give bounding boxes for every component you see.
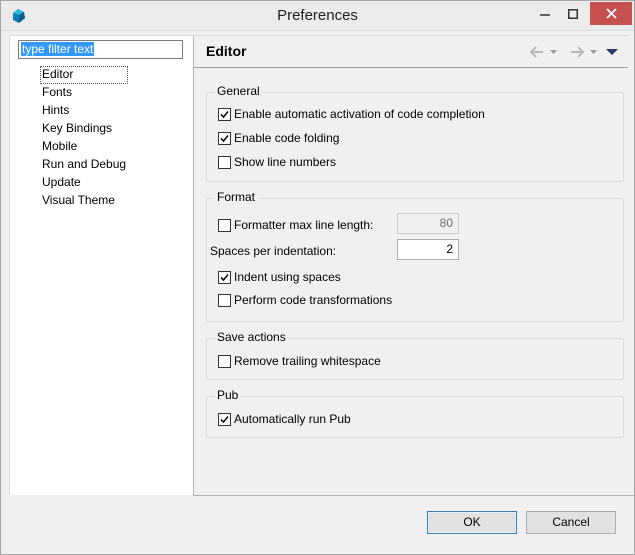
code-folding-checkbox[interactable] bbox=[218, 131, 231, 145]
line-numbers-label: Show line numbers bbox=[234, 155, 337, 169]
ok-button[interactable]: OK bbox=[427, 511, 517, 534]
pub-group-label: Pub bbox=[215, 388, 241, 402]
page-navigation bbox=[529, 45, 619, 59]
auto-run-pub-option[interactable]: Automatically run Pub bbox=[218, 411, 351, 427]
tree-item-run-and-debug[interactable]: Run and Debug bbox=[40, 156, 128, 174]
code-completion-label: Enable automatic activation of code comp… bbox=[234, 107, 485, 121]
code-transform-option[interactable]: Perform code transformations bbox=[218, 292, 392, 308]
indent-spaces-option[interactable]: Indent using spaces bbox=[218, 269, 341, 285]
header-divider bbox=[194, 67, 628, 68]
filter-input-text: type filter text bbox=[21, 42, 95, 56]
save-actions-group: Save actions Remove trailing whitespace bbox=[206, 330, 624, 380]
remove-whitespace-checkbox[interactable] bbox=[218, 354, 231, 368]
auto-run-pub-checkbox[interactable] bbox=[218, 412, 231, 426]
tree-item-editor[interactable]: Editor bbox=[40, 66, 129, 84]
checkmark-icon bbox=[220, 273, 229, 281]
indent-spaces-label: Indent using spaces bbox=[234, 270, 341, 284]
max-line-length-label: Formatter max line length: bbox=[234, 218, 374, 232]
cancel-button[interactable]: Cancel bbox=[526, 511, 616, 534]
checkmark-icon bbox=[220, 110, 229, 118]
remove-whitespace-option[interactable]: Remove trailing whitespace bbox=[218, 353, 381, 369]
filter-input[interactable]: type filter text bbox=[18, 40, 183, 59]
spaces-per-indent-input[interactable]: 2 bbox=[397, 239, 459, 260]
line-numbers-option[interactable]: Show line numbers bbox=[218, 154, 336, 170]
forward-arrow-icon[interactable] bbox=[569, 45, 585, 59]
preferences-window: Preferences type filter text Editor Font… bbox=[0, 0, 635, 555]
tree-item-key-bindings[interactable]: Key Bindings bbox=[40, 120, 128, 138]
indent-spaces-checkbox[interactable] bbox=[218, 270, 231, 284]
remove-whitespace-label: Remove trailing whitespace bbox=[234, 354, 381, 368]
code-folding-label: Enable code folding bbox=[234, 131, 340, 145]
max-line-length-option[interactable]: Formatter max line length: bbox=[218, 217, 373, 233]
format-group-label: Format bbox=[215, 190, 258, 204]
general-group: General Enable automatic activation of c… bbox=[206, 84, 624, 182]
close-button[interactable] bbox=[590, 2, 632, 25]
line-numbers-checkbox[interactable] bbox=[218, 155, 231, 169]
code-folding-option[interactable]: Enable code folding bbox=[218, 130, 339, 146]
tree-item-mobile[interactable]: Mobile bbox=[40, 138, 128, 156]
code-completion-option[interactable]: Enable automatic activation of code comp… bbox=[218, 106, 485, 122]
preferences-tree-panel: type filter text Editor Fonts Hints Key … bbox=[9, 35, 193, 495]
auto-run-pub-label: Automatically run Pub bbox=[234, 412, 351, 426]
minimize-icon bbox=[539, 13, 550, 16]
view-menu-icon[interactable] bbox=[605, 45, 619, 59]
save-actions-group-label: Save actions bbox=[215, 330, 288, 344]
title-bar[interactable]: Preferences bbox=[1, 1, 634, 31]
minimize-button[interactable] bbox=[531, 2, 558, 25]
format-group: Format Formatter max line length: 80 Spa… bbox=[206, 190, 624, 322]
preferences-tree: Editor Fonts Hints Key Bindings Mobile R… bbox=[40, 66, 129, 210]
spaces-per-indent-label: Spaces per indentation: bbox=[210, 244, 337, 258]
max-line-length-input[interactable]: 80 bbox=[397, 213, 459, 234]
page-title: Editor bbox=[206, 43, 247, 59]
forward-dropdown-icon[interactable] bbox=[588, 45, 599, 59]
checkmark-icon bbox=[220, 134, 229, 142]
maximize-button[interactable] bbox=[559, 2, 586, 25]
footer-divider bbox=[193, 495, 634, 496]
code-transform-label: Perform code transformations bbox=[234, 293, 393, 307]
checkmark-icon bbox=[220, 415, 229, 423]
general-group-label: General bbox=[215, 84, 262, 98]
tree-item-hints[interactable]: Hints bbox=[40, 102, 128, 120]
maximize-icon bbox=[567, 8, 578, 19]
editor-preference-page: Editor General Enable automatic activati… bbox=[193, 35, 628, 495]
code-transform-checkbox[interactable] bbox=[218, 293, 231, 307]
tree-item-fonts[interactable]: Fonts bbox=[40, 84, 128, 102]
tree-item-update[interactable]: Update bbox=[40, 174, 128, 192]
code-completion-checkbox[interactable] bbox=[218, 107, 231, 121]
tree-item-visual-theme[interactable]: Visual Theme bbox=[40, 192, 128, 210]
pub-group: Pub Automatically run Pub bbox=[206, 388, 624, 438]
close-icon bbox=[605, 8, 617, 19]
max-line-length-checkbox[interactable] bbox=[218, 218, 231, 232]
back-dropdown-icon[interactable] bbox=[548, 45, 559, 59]
back-arrow-icon[interactable] bbox=[529, 45, 545, 59]
